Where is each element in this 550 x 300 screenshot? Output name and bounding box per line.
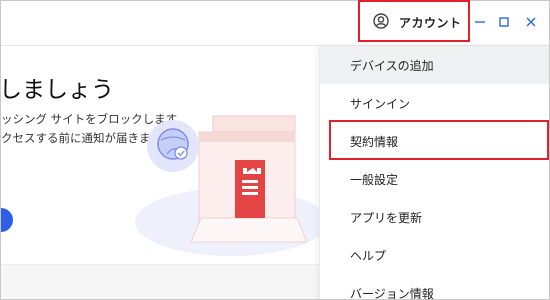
maximize-icon[interactable] bbox=[495, 13, 513, 31]
title-bar: アカウント bbox=[1, 1, 549, 46]
minimize-icon[interactable] bbox=[471, 13, 489, 31]
web-protection-illustration bbox=[135, 115, 319, 256]
menu-item-label: バージョン情報 bbox=[350, 286, 434, 300]
menu-item-label: サインイン bbox=[350, 96, 411, 111]
menu-item-add-device[interactable]: デバイスの追加 bbox=[320, 46, 549, 84]
menu-item-label: デバイスの追加 bbox=[350, 58, 434, 73]
app-window: アカウント しましょう ッシング サイトをブロックします クセスする前に通知が届… bbox=[0, 0, 550, 300]
menu-item-label: ヘルプ bbox=[350, 248, 387, 263]
user-circle-icon bbox=[373, 12, 389, 32]
account-menu: デバイスの追加 サインイン 契約情報 一般設定 アプリを更新 ヘルプ バージョン… bbox=[319, 46, 549, 300]
menu-item-label: 契約情報 bbox=[350, 134, 399, 149]
account-label: アカウント bbox=[399, 15, 462, 30]
menu-item-help[interactable]: ヘルプ bbox=[320, 236, 549, 274]
menu-item-update-app[interactable]: アプリを更新 bbox=[320, 198, 549, 236]
close-icon[interactable] bbox=[522, 13, 540, 31]
page-heading: しましょう bbox=[1, 77, 114, 103]
main-panel: しましょう ッシング サイトをブロックします クセスする前に通知が届きます bbox=[1, 46, 319, 299]
menu-item-label: アプリを更新 bbox=[350, 210, 423, 225]
menu-item-version-info[interactable]: バージョン情報 bbox=[320, 274, 549, 300]
menu-item-label: 一般設定 bbox=[350, 172, 399, 187]
menu-item-sign-in[interactable]: サインイン bbox=[320, 84, 549, 122]
menu-item-general-settings[interactable]: 一般設定 bbox=[320, 160, 549, 198]
bottom-strip bbox=[1, 264, 319, 299]
menu-item-subscription-info[interactable]: 契約情報 bbox=[320, 122, 549, 160]
action-button[interactable] bbox=[1, 208, 13, 232]
account-button[interactable]: アカウント bbox=[361, 4, 467, 40]
